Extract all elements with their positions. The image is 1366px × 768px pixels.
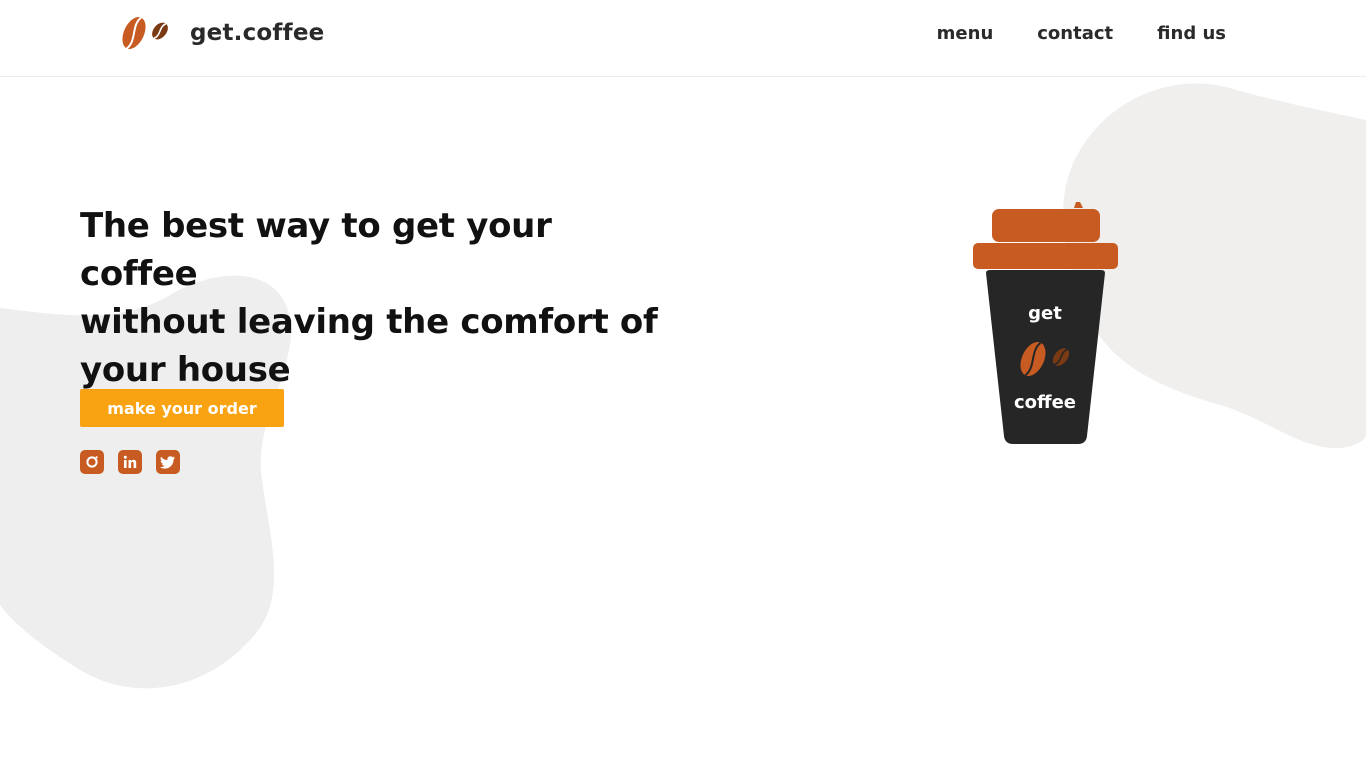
make-order-button[interactable]: make your order [80,389,284,427]
hero-headline-line-3: your house [80,350,291,390]
coffee-beans-icon [122,16,168,50]
hero-headline-line-1: The best way to get your coffee [80,206,552,294]
twitter-link[interactable] [156,450,180,474]
main-nav: menu contact find us [937,22,1226,46]
linkedin-icon [123,455,137,468]
cup-label-coffee: coffee [1013,392,1077,413]
landing-page: get.coffee menu contact find us The best… [0,0,1366,768]
linkedin-link[interactable] [118,450,142,474]
twitter-icon [160,456,175,469]
hero-headline: The best way to get your coffee without … [80,202,660,394]
nav-link-find-us[interactable]: find us [1157,22,1226,46]
hero-section: The best way to get your coffee without … [80,202,660,394]
nav-link-menu[interactable]: menu [937,22,994,46]
site-header: get.coffee menu contact find us [0,0,1366,77]
brand-logo[interactable]: get.coffee [120,14,324,52]
instagram-link[interactable] [80,450,104,474]
hero-headline-line-2: without leaving the comfort of [80,302,658,342]
nav-link-contact[interactable]: contact [1037,22,1113,46]
brand-name: get.coffee [190,20,325,46]
instagram-icon [86,456,98,468]
social-links [80,450,180,474]
cup-label-get: get [1028,303,1062,324]
